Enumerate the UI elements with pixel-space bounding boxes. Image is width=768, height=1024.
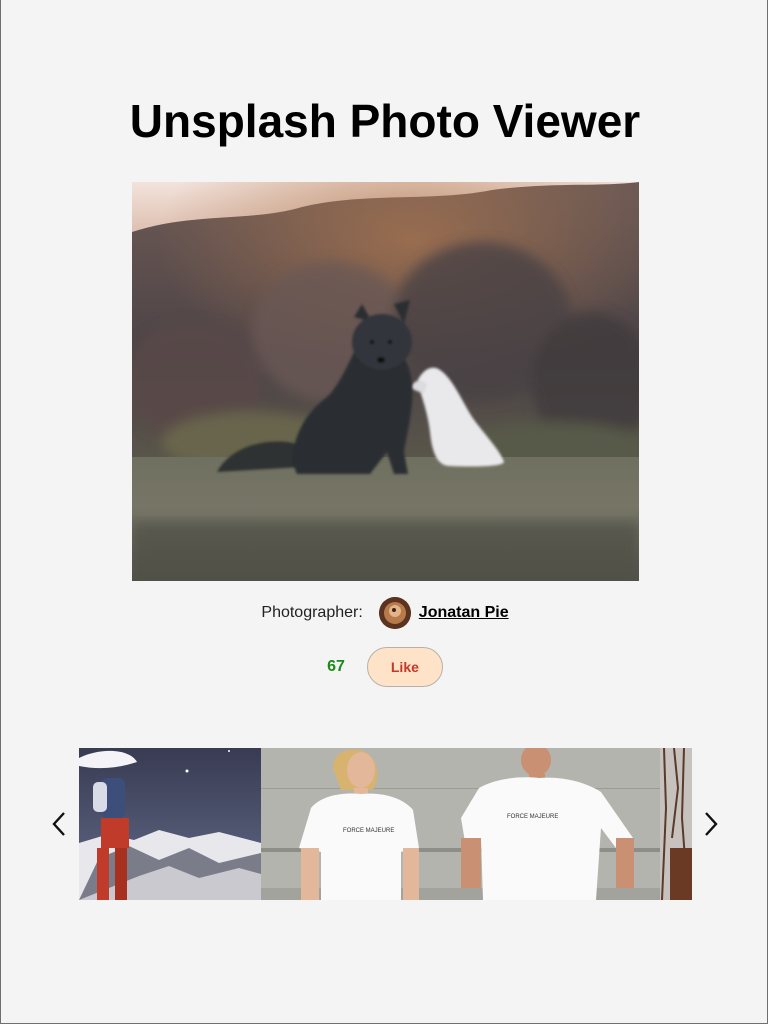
avatar-image xyxy=(378,597,411,629)
like-button[interactable]: Like xyxy=(366,647,443,687)
like-count: 67 xyxy=(327,658,345,675)
main-photo[interactable] xyxy=(132,182,639,581)
chevron-left-icon xyxy=(52,812,65,836)
svg-text:FORCE MAJEURE: FORCE MAJEURE xyxy=(343,828,394,834)
carousel-next-button[interactable] xyxy=(701,808,721,840)
carousel-thumbnail[interactable] xyxy=(79,748,261,900)
photographer-label: Photographer: xyxy=(261,604,363,621)
fox-photo-image xyxy=(132,182,639,581)
carousel-prev-button[interactable] xyxy=(49,808,69,840)
photographer-name-link[interactable]: Jonatan Pie xyxy=(419,604,509,622)
photo-carousel: FORCE MAJEURE FORCE MAJEURE xyxy=(1,748,768,900)
photographer-row: Photographer: Jonatan Pie xyxy=(1,597,768,629)
carousel-strip: FORCE MAJEURE FORCE MAJEURE xyxy=(79,748,692,900)
svg-text:FORCE MAJEURE: FORCE MAJEURE xyxy=(507,814,558,820)
carousel-thumbnail[interactable] xyxy=(660,748,692,900)
photographer-avatar[interactable] xyxy=(378,597,411,629)
likes-row: 67 Like xyxy=(1,646,768,688)
carousel-thumbnail[interactable]: FORCE MAJEURE FORCE MAJEURE xyxy=(261,748,660,900)
chevron-right-icon xyxy=(705,812,718,836)
page-title: Unsplash Photo Viewer xyxy=(129,95,641,147)
